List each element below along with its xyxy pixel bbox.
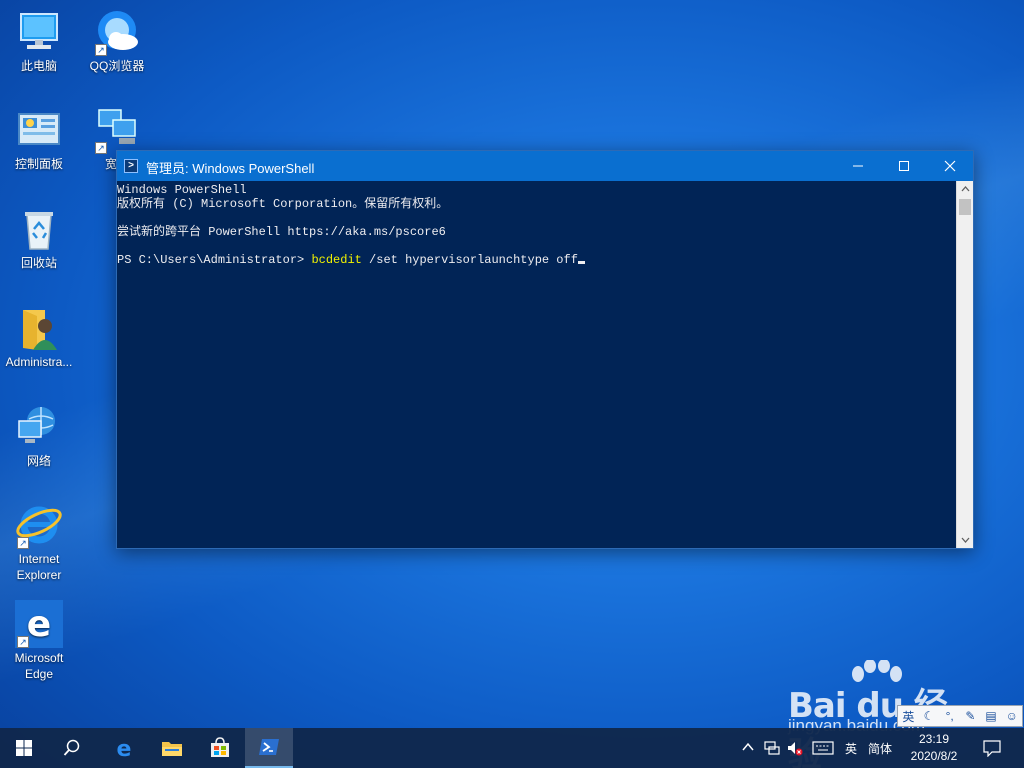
punctuation-icon[interactable]: °, — [939, 709, 960, 723]
desktop-icon-label: Internet Explorer — [16, 552, 62, 582]
close-button[interactable] — [927, 151, 973, 181]
desktop-icon-label: 控制面板 — [14, 157, 63, 171]
svg-text:e: e — [117, 737, 132, 759]
taskbar: e 英 简体 — [0, 728, 1024, 768]
edge-icon: e ↗ — [15, 600, 63, 648]
chevron-up-icon — [961, 186, 969, 192]
vertical-scrollbar[interactable] — [956, 181, 973, 548]
network-tray-icon[interactable] — [764, 740, 780, 756]
maximize-icon — [899, 161, 909, 171]
ime-toolbar[interactable]: 英 ☾ °, ✎ ▤ ☺ — [897, 705, 1023, 727]
windows-logo-icon — [16, 740, 32, 756]
search-button[interactable] — [48, 728, 96, 768]
powershell-icon: > — [124, 159, 138, 173]
desktop-icon-label: 此电脑 — [20, 59, 57, 73]
smiley-icon[interactable]: ☺ — [1001, 709, 1022, 723]
desktop-icon-control-panel[interactable]: 控制面板 — [0, 106, 78, 172]
desktop-icon-label: QQ浏览器 — [89, 59, 145, 73]
console-command: bcdedit — [311, 253, 362, 267]
desktop-icon-microsoft-edge[interactable]: e ↗ Microsoft Edge — [0, 600, 78, 682]
edge-icon: e — [117, 737, 132, 759]
maximize-button[interactable] — [881, 151, 927, 181]
scroll-down-button[interactable] — [957, 532, 973, 548]
chevron-down-icon — [961, 537, 969, 543]
volume-muted-icon[interactable] — [787, 740, 803, 756]
taskbar-explorer-button[interactable] — [148, 728, 196, 768]
moon-icon[interactable]: ☾ — [919, 709, 940, 723]
recycle-bin-icon — [15, 205, 63, 253]
desktop-icon-network[interactable]: 网络 — [0, 403, 78, 469]
console-prompt: PS C:\Users\Administrator> — [117, 253, 312, 267]
search-icon — [63, 739, 80, 756]
minimize-icon — [853, 165, 863, 167]
desktop-icon-label: Microsoft Edge — [14, 651, 64, 681]
close-icon — [944, 160, 956, 172]
clock-date: 2020/8/2 — [910, 749, 958, 763]
desktop-icon-label: 回收站 — [20, 256, 57, 270]
minimize-button[interactable] — [835, 151, 881, 181]
internet-explorer-icon: ↗ — [15, 501, 63, 549]
clipboard-icon[interactable]: ▤ — [981, 709, 1002, 723]
powershell-window[interactable]: > 管理员: Windows PowerShell Windows PowerS… — [116, 150, 974, 549]
desktop-icon-recycle-bin[interactable]: 回收站 — [0, 205, 78, 271]
taskbar-clock[interactable]: 23:19 2020/8/2 — [903, 731, 965, 765]
desktop-icon-label: Administra... — [5, 355, 73, 369]
window-titlebar[interactable]: > 管理员: Windows PowerShell — [117, 151, 973, 181]
console-arguments: /set hypervisorlaunchtype off — [361, 253, 578, 267]
ime-language-indicator[interactable]: 英 — [845, 740, 857, 757]
console-output[interactable]: Windows PowerShell 版权所有 (C) Microsoft Co… — [117, 181, 957, 548]
start-button[interactable] — [0, 728, 48, 768]
console-line: Windows PowerShell — [117, 183, 247, 197]
tool-icon[interactable]: ✎ — [960, 709, 981, 723]
text-cursor — [577, 261, 585, 264]
ime-mode-toggle[interactable]: 英 — [898, 708, 919, 725]
window-title: 管理员: Windows PowerShell — [146, 161, 315, 176]
keyboard-icon[interactable] — [812, 741, 834, 755]
shortcut-arrow-icon: ↗ — [95, 142, 107, 154]
powershell-icon — [259, 739, 279, 755]
taskbar-powershell-button[interactable] — [245, 728, 293, 768]
desktop-icon-qq-browser[interactable]: ↗ QQ浏览器 — [78, 8, 156, 74]
clock-time: 23:19 — [918, 732, 950, 746]
monitor-icon — [15, 8, 63, 56]
network-icon — [15, 403, 63, 451]
svg-text:e: e — [27, 604, 51, 645]
taskbar-store-button[interactable] — [196, 728, 244, 768]
chevron-up-icon[interactable] — [742, 742, 754, 752]
desktop-icon-internet-explorer[interactable]: ↗ Internet Explorer — [0, 501, 78, 583]
desktop-icon-label: 网络 — [26, 454, 51, 468]
shortcut-arrow-icon: ↗ — [17, 636, 29, 648]
desktop-icon-user-folder[interactable]: Administra... — [0, 304, 78, 370]
taskbar-edge-button[interactable]: e — [100, 728, 148, 768]
scroll-thumb[interactable] — [959, 199, 971, 215]
shortcut-arrow-icon: ↗ — [95, 44, 107, 56]
console-prompt-line: PS C:\Users\Administrator> bcdedit /set … — [117, 253, 957, 267]
ime-script-indicator[interactable]: 简体 — [868, 740, 892, 757]
network-computers-icon: ↗ — [93, 106, 141, 154]
folder-icon — [162, 742, 182, 756]
scroll-up-button[interactable] — [957, 181, 973, 197]
console-line: 尝试新的跨平台 PowerShell https://aka.ms/pscore… — [117, 225, 446, 239]
control-panel-icon — [15, 106, 63, 154]
console-line: 版权所有 (C) Microsoft Corporation。保留所有权利。 — [117, 197, 449, 211]
desktop-icon-this-pc[interactable]: 此电脑 — [0, 8, 78, 74]
notification-icon[interactable] — [983, 740, 1001, 757]
store-icon — [211, 737, 229, 757]
shortcut-arrow-icon: ↗ — [17, 537, 29, 549]
user-folder-icon — [15, 304, 63, 352]
qq-browser-icon: ↗ — [93, 8, 141, 56]
